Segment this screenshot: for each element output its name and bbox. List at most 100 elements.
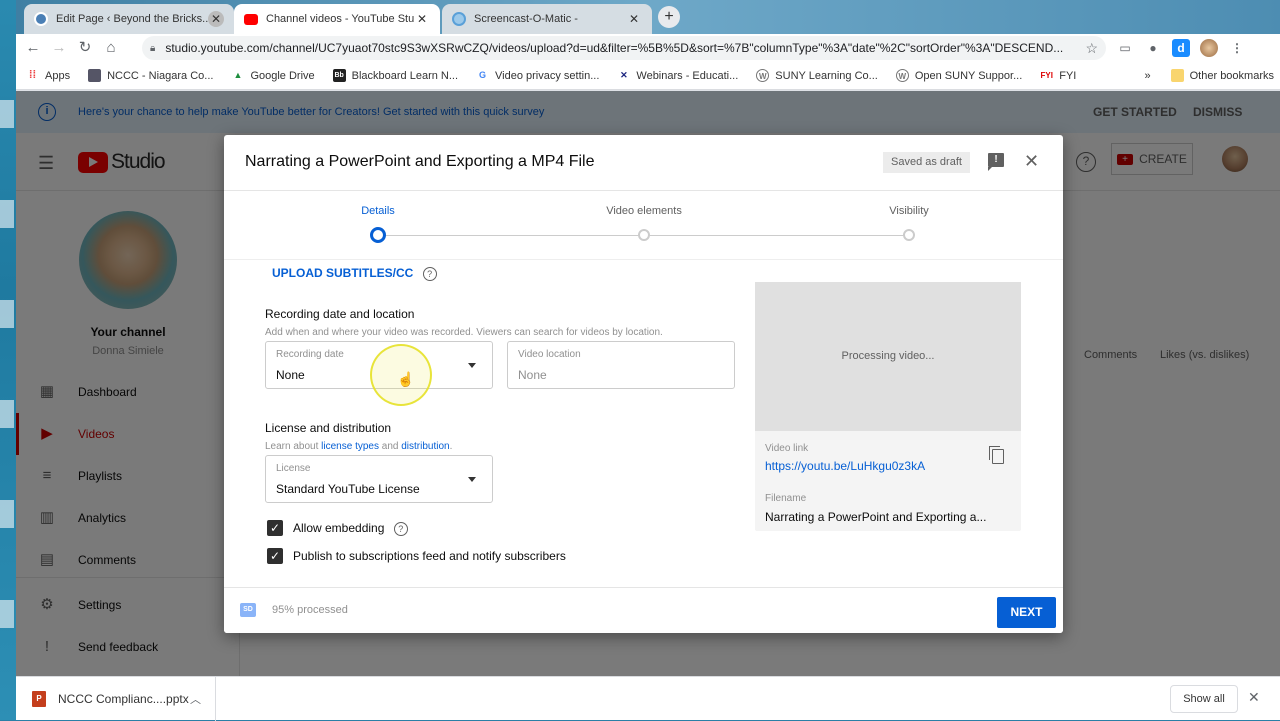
home-icon[interactable]: ⌂ bbox=[98, 35, 124, 61]
close-tab-icon[interactable]: ✕ bbox=[208, 11, 224, 27]
allow-embedding-checkbox[interactable]: ✓ bbox=[267, 520, 283, 536]
dialog-title: Narrating a PowerPoint and Exporting a M… bbox=[245, 153, 595, 170]
upload-subtitles-link[interactable]: UPLOAD SUBTITLES/CC ? bbox=[272, 266, 437, 281]
desktop-icon[interactable] bbox=[0, 600, 14, 628]
processing-status: 95% processed bbox=[272, 604, 348, 616]
license-dropdown[interactable]: License Standard YouTube License bbox=[265, 455, 493, 503]
desktop-icon[interactable] bbox=[0, 100, 14, 128]
reload-icon[interactable]: ↻ bbox=[72, 35, 98, 61]
extension-d-icon[interactable]: d bbox=[1172, 39, 1190, 57]
recording-section-description: Add when and where your video was record… bbox=[265, 327, 663, 338]
star-icon[interactable]: ☆ bbox=[1085, 40, 1098, 57]
help-icon[interactable]: ? bbox=[422, 266, 437, 281]
step-details[interactable]: Details bbox=[361, 205, 395, 217]
new-tab-button[interactable]: + bbox=[658, 6, 680, 28]
desktop-background bbox=[0, 0, 16, 720]
download-item[interactable]: P NCCC Complianc....pptx ︿ bbox=[16, 677, 216, 721]
next-button[interactable]: NEXT bbox=[997, 597, 1056, 628]
dropdown-arrow-icon bbox=[468, 363, 476, 368]
browser-window: Edit Page ‹ Beyond the Bricks... N ✕ Cha… bbox=[16, 0, 1280, 721]
desktop-icon[interactable] bbox=[0, 200, 14, 228]
forward-icon[interactable]: → bbox=[46, 35, 72, 61]
upload-details-dialog: Narrating a PowerPoint and Exporting a M… bbox=[224, 135, 1063, 633]
wordpress-icon: W bbox=[756, 69, 770, 82]
google-icon: G bbox=[479, 70, 487, 80]
nccc-icon bbox=[88, 69, 102, 82]
video-location-input[interactable]: Video location None bbox=[507, 341, 735, 389]
tab-screencast[interactable]: Screencast-O-Matic - ✕ bbox=[442, 4, 652, 34]
license-section-description: Learn about license types and distributi… bbox=[265, 441, 453, 452]
screencast-icon bbox=[452, 12, 466, 26]
dialog-footer: SD 95% processed NEXT bbox=[224, 587, 1063, 633]
other-bookmarks[interactable]: Other bookmarks bbox=[1170, 69, 1274, 82]
wordpress-icon: W bbox=[895, 69, 909, 82]
bookmark-item[interactable]: W SUNY Learning Co... bbox=[756, 69, 878, 82]
step-visibility[interactable]: Visibility bbox=[889, 205, 929, 217]
webinars-icon: ✕ bbox=[620, 70, 628, 80]
close-icon[interactable]: ✕ bbox=[1248, 689, 1260, 706]
bookmark-item[interactable]: NCCC - Niagara Co... bbox=[88, 69, 213, 82]
folder-icon bbox=[1170, 69, 1184, 82]
tab-strip: Edit Page ‹ Beyond the Bricks... N ✕ Cha… bbox=[16, 0, 1280, 34]
bookmarks-bar: ⁞⁞ Apps NCCC - Niagara Co... ▲ Google Driv… bbox=[16, 62, 1280, 90]
help-icon[interactable]: ? bbox=[393, 521, 408, 536]
google-drive-icon: ▲ bbox=[233, 70, 243, 80]
show-all-downloads-button[interactable]: Show all bbox=[1170, 685, 1238, 713]
bookmarks-overflow-button[interactable]: » bbox=[1145, 70, 1151, 82]
bookmark-item[interactable]: ▲ Google Drive bbox=[231, 69, 314, 82]
bookmark-item[interactable]: ⁞⁞ Apps bbox=[26, 69, 70, 82]
publish-feed-checkbox[interactable]: ✓ bbox=[267, 548, 283, 564]
bookmark-item[interactable]: W Open SUNY Suppor... bbox=[895, 69, 1022, 82]
video-preview-card: Processing video... Video link https://y… bbox=[755, 282, 1021, 531]
extension-icon[interactable]: ● bbox=[1144, 39, 1162, 57]
copy-icon[interactable] bbox=[989, 446, 1004, 464]
close-tab-icon[interactable]: ✕ bbox=[626, 11, 642, 27]
desktop-icon[interactable] bbox=[0, 300, 14, 328]
wordpress-icon bbox=[34, 12, 48, 26]
video-processing-placeholder: Processing video... bbox=[755, 282, 1021, 431]
sd-quality-icon: SD bbox=[240, 603, 256, 617]
browser-toolbar: ← → ↻ ⌂ 🔒︎ studio.youtube.com/channel/UC… bbox=[16, 34, 1280, 62]
step-dot-video-elements[interactable] bbox=[638, 229, 650, 241]
bookmark-item[interactable]: G Video privacy settin... bbox=[476, 69, 599, 82]
publish-feed-label[interactable]: Publish to subscriptions feed and notify… bbox=[293, 549, 566, 563]
close-icon[interactable]: ✕ bbox=[1024, 151, 1039, 172]
close-tab-icon[interactable]: ✕ bbox=[414, 11, 430, 27]
filename-value: Narrating a PowerPoint and Exporting a..… bbox=[765, 510, 987, 524]
distribution-link[interactable]: distribution bbox=[401, 441, 449, 452]
cast-icon[interactable]: ▭ bbox=[1116, 39, 1134, 57]
profile-avatar[interactable] bbox=[1200, 39, 1218, 57]
powerpoint-file-icon: P bbox=[32, 691, 46, 707]
feedback-icon[interactable]: ! bbox=[988, 153, 1004, 171]
filename-label: Filename bbox=[765, 493, 807, 504]
tab-edit-page[interactable]: Edit Page ‹ Beyond the Bricks... N ✕ bbox=[24, 4, 234, 34]
video-link[interactable]: https://youtu.be/LuHkgu0z3kA bbox=[765, 459, 925, 473]
chevron-up-icon[interactable]: ︿ bbox=[190, 691, 201, 707]
video-link-label: Video link bbox=[765, 443, 809, 454]
license-types-link[interactable]: license types bbox=[321, 441, 379, 452]
bookmark-item[interactable]: FYI FYI bbox=[1040, 69, 1077, 82]
allow-embedding-label[interactable]: Allow embedding ? bbox=[293, 521, 408, 536]
menu-icon[interactable]: ⋮ bbox=[1228, 39, 1246, 57]
address-bar[interactable]: 🔒︎ studio.youtube.com/channel/UC7yuaot70… bbox=[142, 36, 1106, 60]
draft-status-badge: Saved as draft bbox=[883, 152, 970, 173]
blackboard-icon: Bb bbox=[332, 69, 346, 82]
upload-stepper: Details Video elements Visibility bbox=[224, 190, 1063, 260]
desktop-icon[interactable] bbox=[0, 500, 14, 528]
bookmark-item[interactable]: ✕ Webinars - Educati... bbox=[617, 69, 738, 82]
step-dot-visibility[interactable] bbox=[903, 229, 915, 241]
dropdown-arrow-icon bbox=[468, 477, 476, 482]
step-video-elements[interactable]: Video elements bbox=[606, 205, 682, 217]
lock-icon: 🔒︎ bbox=[150, 42, 156, 54]
recording-section-title: Recording date and location bbox=[265, 307, 415, 321]
tab-channel-videos[interactable]: Channel videos - YouTube Studio ✕ bbox=[234, 4, 440, 34]
fyi-icon: FYI bbox=[1040, 71, 1053, 80]
youtube-studio-page: i Here's your chance to help make YouTub… bbox=[16, 91, 1280, 676]
desktop-icon[interactable] bbox=[0, 400, 14, 428]
dialog-body: UPLOAD SUBTITLES/CC ? Recording date and… bbox=[224, 261, 1063, 577]
bookmark-item[interactable]: Bb Blackboard Learn N... bbox=[332, 69, 458, 82]
back-icon[interactable]: ← bbox=[20, 35, 46, 61]
hand-cursor-icon: ☝ bbox=[397, 371, 415, 387]
license-section-title: License and distribution bbox=[265, 421, 392, 435]
step-dot-details[interactable] bbox=[370, 227, 386, 243]
